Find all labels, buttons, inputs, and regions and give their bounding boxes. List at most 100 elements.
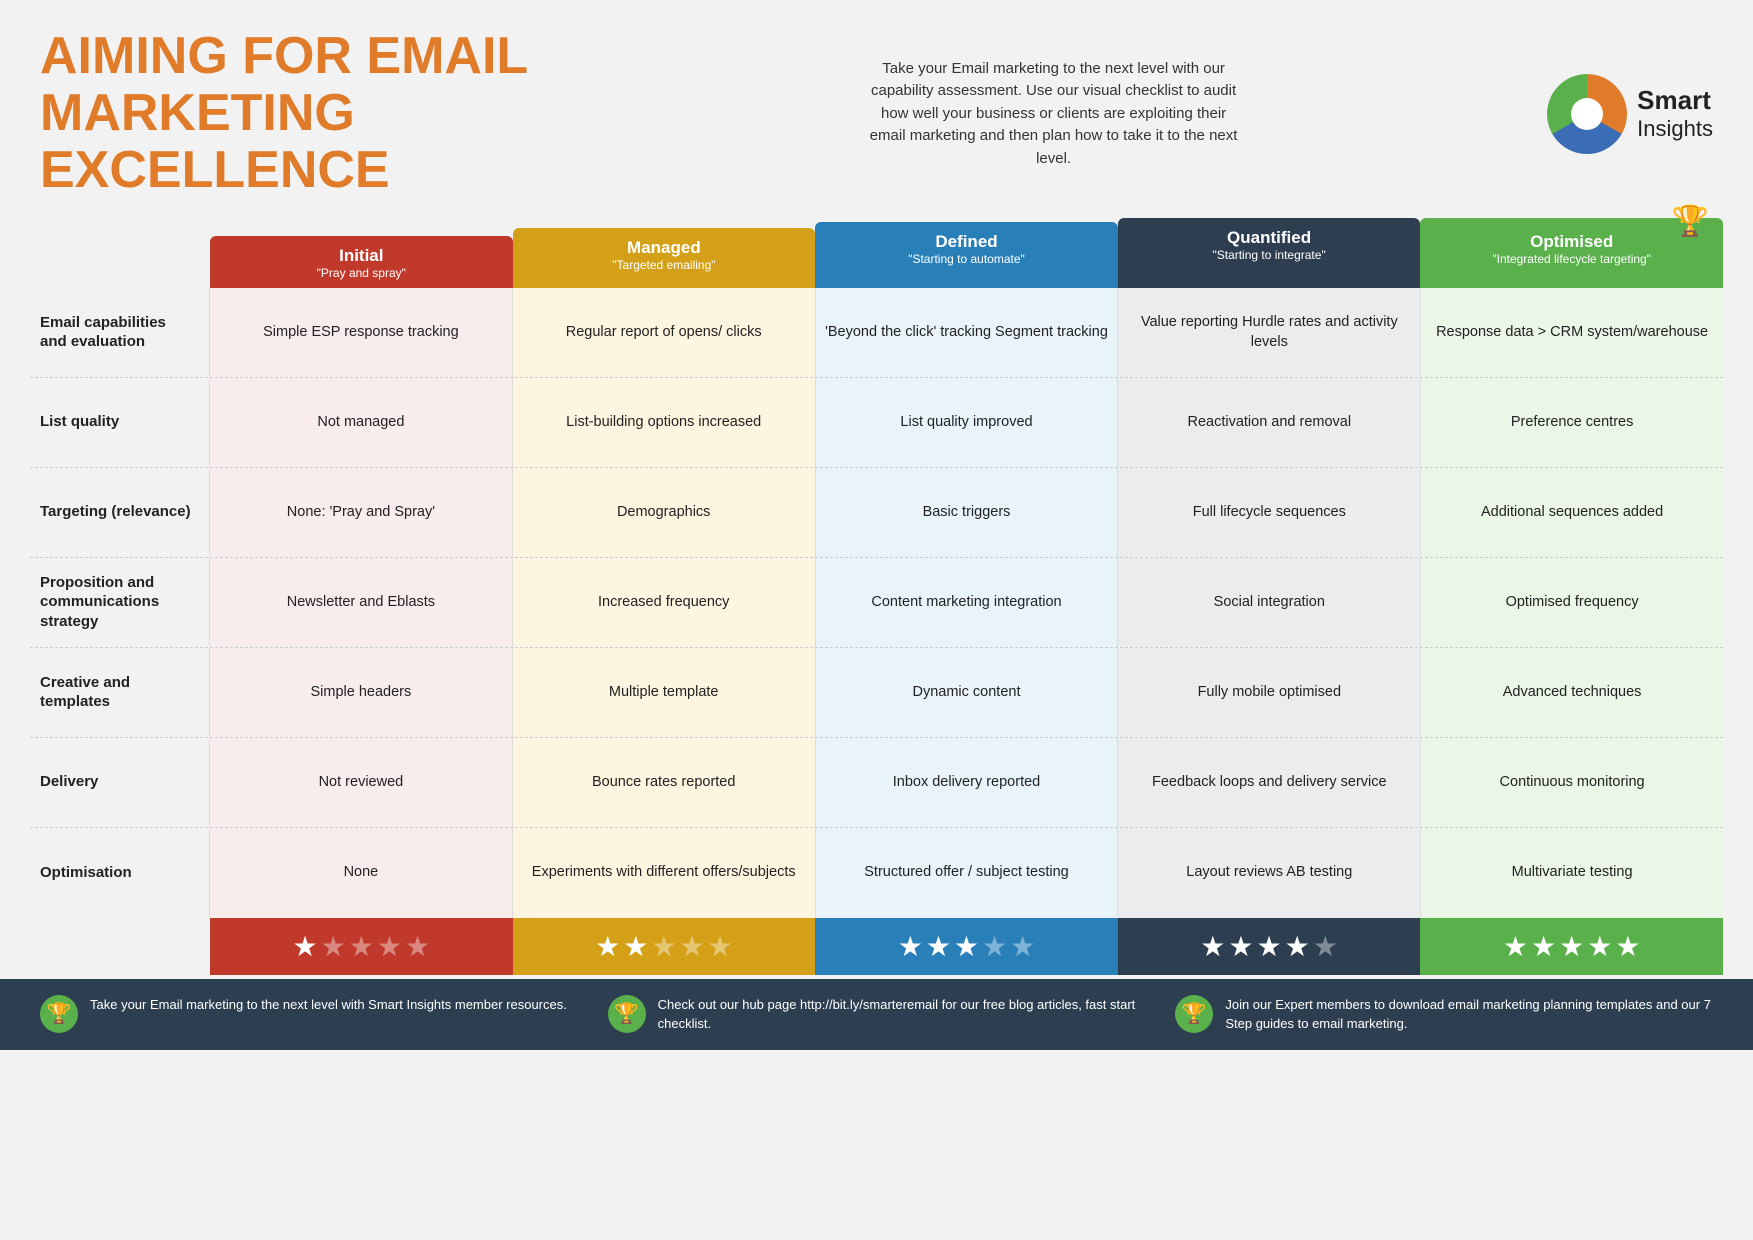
- logo-insights: Insights: [1637, 116, 1713, 142]
- star-full-icon: ★: [1200, 930, 1225, 963]
- col-header-quantified: Quantified "Starting to integrate": [1118, 218, 1421, 288]
- col-sub-optimised: "Integrated lifecycle targeting": [1492, 252, 1651, 266]
- data-cell: Inbox delivery reported: [816, 738, 1119, 827]
- col-sub-initial: "Pray and spray": [216, 266, 507, 280]
- col-sub-managed: "Targeted emailing": [519, 258, 810, 272]
- col-sub-quantified: "Starting to integrate": [1124, 248, 1415, 262]
- star-full-icon: ★: [1559, 930, 1584, 963]
- footer-trophy-icon: 🏆: [1175, 995, 1213, 1033]
- page-title: AIMING FOR EMAIL MARKETING EXCELLENCE: [40, 28, 560, 200]
- data-cell: Bounce rates reported: [513, 738, 816, 827]
- table-wrap: Initial "Pray and spray" Managed "Target…: [0, 218, 1753, 975]
- row-label: Email capabilities and evaluation: [30, 288, 210, 377]
- data-cell: Not managed: [210, 378, 513, 467]
- data-cell: Multiple template: [513, 648, 816, 737]
- footer-trophy-icon: 🏆: [40, 995, 78, 1033]
- footer-item: 🏆 Join our Expert members to download ema…: [1175, 995, 1713, 1034]
- footer: 🏆 Take your Email marketing to the next l…: [0, 979, 1753, 1050]
- footer-text: Join our Expert members to download emai…: [1225, 995, 1713, 1034]
- column-headers: Initial "Pray and spray" Managed "Target…: [210, 218, 1723, 288]
- data-cell: Newsletter and Eblasts: [210, 558, 513, 647]
- data-cell: Structured offer / subject testing: [816, 828, 1119, 918]
- col-header-optimised: 🏆 Optimised "Integrated lifecycle target…: [1420, 218, 1723, 288]
- col-label-quantified: Quantified: [1227, 228, 1311, 247]
- footer-text: Check out our hub page http://bit.ly/sma…: [658, 995, 1146, 1034]
- data-cell: List-building options increased: [513, 378, 816, 467]
- data-cell: Feedback loops and delivery service: [1118, 738, 1421, 827]
- table-row: Targeting (relevance)None: 'Pray and Spr…: [30, 468, 1723, 558]
- row-label: Targeting (relevance): [30, 468, 210, 557]
- data-table: Email capabilities and evaluationSimple …: [30, 288, 1723, 918]
- data-cell: List quality improved: [816, 378, 1119, 467]
- logo-text: Smart Insights: [1637, 85, 1713, 142]
- col-header-initial: Initial "Pray and spray": [210, 236, 513, 288]
- data-cell: Multivariate testing: [1421, 828, 1723, 918]
- star-full-icon: ★: [898, 930, 923, 963]
- stars-cell: ★★★★★: [210, 918, 513, 975]
- header: AIMING FOR EMAIL MARKETING EXCELLENCE Ta…: [0, 0, 1753, 218]
- star-full-icon: ★: [926, 930, 951, 963]
- data-cell: Simple ESP response tracking: [210, 288, 513, 377]
- logo-smart: Smart: [1637, 85, 1713, 116]
- star-empty-icon: ★: [651, 930, 676, 963]
- table-row: OptimisationNoneExperiments with differe…: [30, 828, 1723, 918]
- star-empty-icon: ★: [1010, 930, 1035, 963]
- col-header-defined: Defined "Starting to automate": [815, 222, 1118, 288]
- logo-icon: [1547, 74, 1627, 154]
- table-row: Proposition and communications strategyN…: [30, 558, 1723, 648]
- data-cell: Content marketing integration: [816, 558, 1119, 647]
- star-empty-icon: ★: [349, 930, 374, 963]
- star-full-icon: ★: [623, 930, 648, 963]
- footer-text: Take your Email marketing to the next le…: [90, 995, 567, 1015]
- data-cell: Demographics: [513, 468, 816, 557]
- table-row: List qualityNot managedList-building opt…: [30, 378, 1723, 468]
- table-row: Email capabilities and evaluationSimple …: [30, 288, 1723, 378]
- stars-cell: ★★★★★: [1118, 918, 1421, 975]
- star-full-icon: ★: [1503, 930, 1528, 963]
- star-empty-icon: ★: [1313, 930, 1338, 963]
- star-empty-icon: ★: [321, 930, 346, 963]
- star-empty-icon: ★: [679, 930, 704, 963]
- data-cell: Reactivation and removal: [1118, 378, 1421, 467]
- data-cell: Optimised frequency: [1421, 558, 1723, 647]
- stars-cell: ★★★★★: [1420, 918, 1723, 975]
- row-label: Proposition and communications strategy: [30, 558, 210, 647]
- data-cell: Increased frequency: [513, 558, 816, 647]
- logo: Smart Insights: [1547, 74, 1713, 154]
- data-cell: Preference centres: [1421, 378, 1723, 467]
- data-cell: Value reporting Hurdle rates and activit…: [1118, 288, 1421, 377]
- data-cell: Fully mobile optimised: [1118, 648, 1421, 737]
- data-cell: Additional sequences added: [1421, 468, 1723, 557]
- table-row: DeliveryNot reviewedBounce rates reporte…: [30, 738, 1723, 828]
- row-label: Delivery: [30, 738, 210, 827]
- data-cell: Layout reviews AB testing: [1118, 828, 1421, 918]
- data-cell: Advanced techniques: [1421, 648, 1723, 737]
- star-full-icon: ★: [595, 930, 620, 963]
- data-cell: Experiments with different offers/subjec…: [513, 828, 816, 918]
- star-full-icon: ★: [954, 930, 979, 963]
- star-empty-icon: ★: [405, 930, 430, 963]
- data-cell: Response data > CRM system/warehouse: [1421, 288, 1723, 377]
- stars-row: ★★★★★★★★★★★★★★★★★★★★★★★★★: [210, 918, 1723, 975]
- data-cell: None: [210, 828, 513, 918]
- data-cell: None: 'Pray and Spray': [210, 468, 513, 557]
- star-full-icon: ★: [1228, 930, 1253, 963]
- header-description: Take your Email marketing to the next le…: [864, 58, 1244, 171]
- row-label: List quality: [30, 378, 210, 467]
- data-cell: Regular report of opens/ clicks: [513, 288, 816, 377]
- data-cell: Full lifecycle sequences: [1118, 468, 1421, 557]
- star-full-icon: ★: [293, 930, 318, 963]
- data-cell: Continuous monitoring: [1421, 738, 1723, 827]
- star-empty-icon: ★: [708, 930, 733, 963]
- data-cell: 'Beyond the click' tracking Segment trac…: [816, 288, 1119, 377]
- row-label: Creative and templates: [30, 648, 210, 737]
- col-label-initial: Initial: [339, 246, 383, 265]
- star-empty-icon: ★: [982, 930, 1007, 963]
- footer-trophy-icon: 🏆: [608, 995, 646, 1033]
- footer-item: 🏆 Check out our hub page http://bit.ly/sm…: [608, 995, 1146, 1034]
- col-sub-defined: "Starting to automate": [821, 252, 1112, 266]
- col-header-managed: Managed "Targeted emailing": [513, 228, 816, 288]
- footer-item: 🏆 Take your Email marketing to the next l…: [40, 995, 578, 1034]
- row-label: Optimisation: [30, 828, 210, 918]
- star-full-icon: ★: [1257, 930, 1282, 963]
